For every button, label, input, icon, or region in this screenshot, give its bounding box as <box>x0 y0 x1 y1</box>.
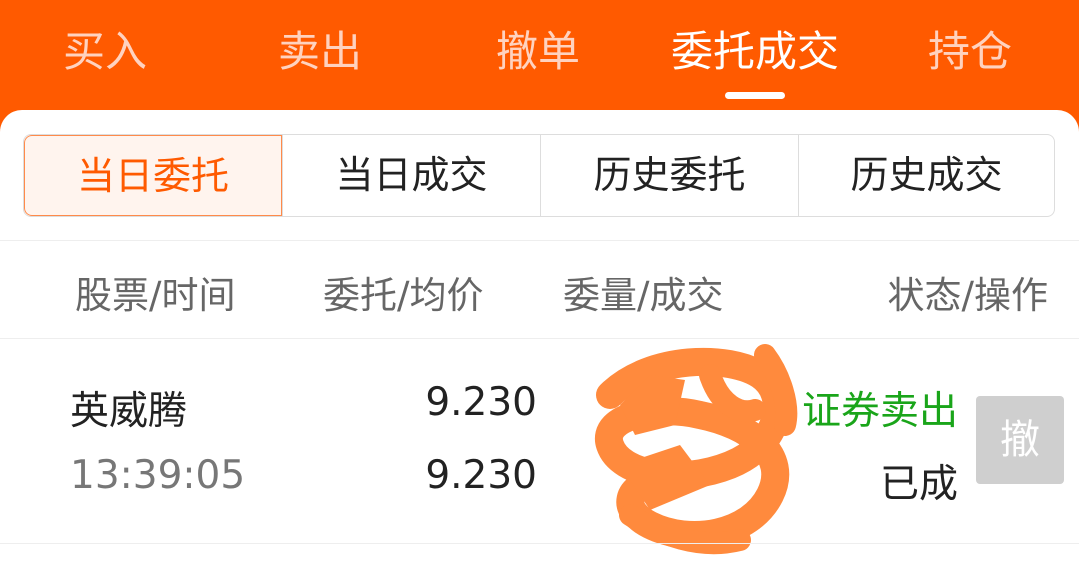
tab-orders-deals[interactable]: 委托成交 <box>645 22 865 82</box>
segment-history-orders[interactable]: 历史委托 <box>540 135 798 216</box>
column-header-price: 委托/均价 <box>323 274 484 317</box>
order-time: 13:39:05 <box>70 453 246 498</box>
segment-today-deals[interactable]: 当日成交 <box>282 135 540 216</box>
tab-positions[interactable]: 持仓 <box>905 22 1035 82</box>
segment-history-deals[interactable]: 历史成交 <box>798 135 1054 216</box>
column-header-stock-time: 股票/时间 <box>75 274 236 317</box>
divider <box>0 338 1079 339</box>
divider <box>0 543 1079 544</box>
active-tab-indicator <box>725 92 785 99</box>
average-price: 9.230 <box>425 453 537 498</box>
cancel-order-button[interactable]: 撤 <box>976 396 1064 484</box>
tab-cancel-order[interactable]: 撤单 <box>473 22 603 82</box>
top-tab-bar: 买入 卖出 撤单 委托成交 持仓 <box>0 0 1079 110</box>
segment-today-orders[interactable]: 当日委托 <box>24 135 282 216</box>
stock-name: 英威腾 <box>70 389 188 434</box>
tab-buy[interactable]: 买入 <box>40 22 170 82</box>
segmented-control: 当日委托 当日成交 历史委托 历史成交 <box>23 134 1055 217</box>
order-status: 已成 <box>879 462 958 507</box>
column-header-quantity: 委量/成交 <box>563 274 724 317</box>
column-header-status-action: 状态/操作 <box>887 274 1048 317</box>
tab-sell[interactable]: 卖出 <box>255 22 385 82</box>
content-panel: 当日委托 当日成交 历史委托 历史成交 股票/时间 委托/均价 委量/成交 状态… <box>0 110 1079 563</box>
redaction-scribble <box>595 344 798 555</box>
divider <box>0 240 1079 241</box>
order-price: 9.230 <box>425 380 537 425</box>
